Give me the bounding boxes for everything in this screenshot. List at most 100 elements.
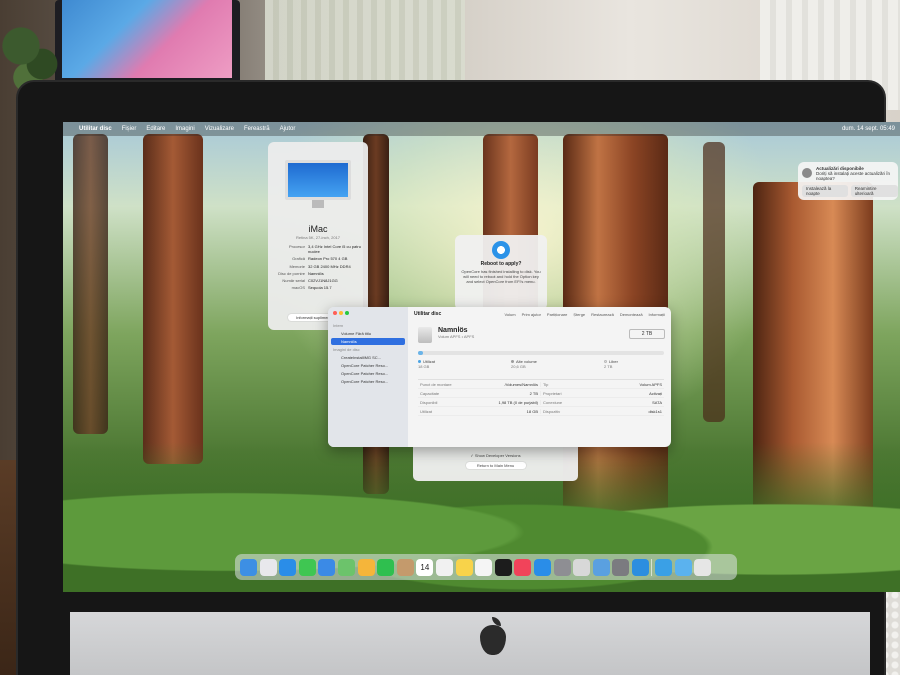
disk-utility-sidebar: Intern Volume Fără titlu Namnlös Imagini…	[328, 307, 408, 447]
spec-row: Număr serial C02VJ1N8J1GG	[276, 278, 362, 283]
freeform-icon[interactable]	[475, 558, 493, 576]
volume-capacity: 2 TB	[629, 329, 665, 339]
reboot-text: OpenCore has finished installing to disk…	[461, 269, 541, 284]
preview-icon[interactable]	[592, 558, 610, 576]
spec-value: 3,4 GHz Intel Core i5 cu patru nuclee	[308, 244, 361, 254]
install-tonight-button[interactable]: Instalează la noapte	[802, 185, 848, 197]
safari-icon[interactable]	[279, 558, 297, 576]
messages-icon[interactable]	[298, 558, 316, 576]
volume-subtitle: Volum APFS • APFS	[438, 334, 475, 339]
disk-utility-icon[interactable]	[573, 558, 591, 576]
about-title: iMac	[308, 224, 328, 234]
spec-key: Disc de pornire	[278, 270, 305, 276]
tree-trunk	[143, 134, 203, 464]
info-key: Capacitate	[420, 390, 440, 396]
menu-item[interactable]: Fereastră	[244, 126, 270, 132]
contacts-icon[interactable]	[396, 558, 414, 576]
spec-key: Memorie	[289, 263, 305, 269]
usage-bar	[418, 351, 664, 355]
info-row: Utilizat 18 GB Dispozitiv disk1s1	[418, 407, 664, 416]
info-value: /Volumes/Namnlös	[480, 381, 541, 387]
music-icon[interactable]	[514, 558, 532, 576]
menu-clock[interactable]: dum. 14 sept. 05:49	[842, 126, 895, 132]
toolbar-volume-button[interactable]: Volum	[504, 312, 515, 317]
legend-dot	[418, 360, 421, 363]
launchpad-icon[interactable]	[259, 558, 277, 576]
info-key: Proprietari	[543, 390, 562, 396]
spec-key: Procesor	[288, 244, 305, 249]
photos-icon[interactable]	[357, 558, 375, 576]
menu-bar: Utilitar disc Fișier Editare Imagini Viz…	[63, 122, 900, 136]
zoom-icon[interactable]	[345, 311, 349, 315]
utility-icon[interactable]	[655, 558, 673, 576]
legend-used: Utilizat 18 GB	[418, 359, 478, 369]
toolbar-restore-button[interactable]: Restaurează	[591, 312, 614, 317]
reboot-title: Reboot to apply?	[480, 261, 522, 267]
sidebar-item[interactable]: OpenCore Patcher Reso...	[331, 370, 405, 377]
menu-item[interactable]: Ajutor	[280, 126, 296, 132]
imac-icon-stand	[312, 200, 324, 208]
menu-app-name[interactable]: Utilitar disc	[79, 126, 112, 132]
finder-icon[interactable]	[240, 558, 257, 576]
dock: 14	[235, 554, 737, 580]
reboot-dialog: Reboot to apply? OpenCore has finished i…	[455, 235, 547, 310]
spec-row: Memorie 32 GB 2400 MHz DDR4	[276, 264, 362, 269]
legend-dot	[511, 360, 514, 363]
toolbar-erase-button[interactable]: Șterge	[573, 312, 585, 317]
opencore-window: ✓ Show Developer Versions Return to Main…	[413, 444, 578, 481]
toolbar-partition-button[interactable]: Partiționare	[547, 312, 567, 317]
apple-tv-icon[interactable]	[494, 558, 512, 576]
sidebar-item[interactable]: OpenCore Patcher Reso...	[331, 362, 405, 369]
spec-key: macOS	[291, 285, 305, 291]
about-subtitle: Retina 5K, 27-inch, 2017	[295, 235, 341, 240]
system-settings-icon[interactable]	[553, 558, 571, 576]
sidebar-item[interactable]: Volume Fără titlu	[331, 330, 405, 337]
info-value: 18 GB	[480, 408, 541, 414]
info-key: Utilizat	[420, 408, 433, 414]
toolbar-first-aid-button[interactable]: Prim ajutor	[522, 312, 541, 317]
app-store-icon[interactable]	[533, 558, 551, 576]
reminders-icon[interactable]	[435, 558, 453, 576]
trash-icon[interactable]	[694, 558, 712, 576]
spec-value: Radeon Pro 570 4 GB	[308, 256, 348, 262]
screenshot-icon[interactable]	[612, 558, 630, 576]
close-icon[interactable]	[333, 311, 337, 315]
curtain-left	[265, 0, 465, 95]
menu-item[interactable]: Vizualizare	[205, 126, 234, 132]
usage-bar-fill	[418, 351, 423, 355]
spec-key: Grafică	[292, 256, 305, 262]
facetime-icon[interactable]	[377, 558, 395, 576]
downloads-icon[interactable]	[674, 558, 692, 576]
return-to-main-menu-button[interactable]: Return to Main Menu	[465, 462, 526, 469]
sidebar-item[interactable]: OpenCore Patcher Reso...	[331, 378, 405, 385]
opencore-icon	[492, 241, 510, 259]
info-key: Dispozitiv	[543, 408, 561, 414]
calendar-icon[interactable]: 14	[416, 558, 434, 576]
toolbar-unmount-button[interactable]: Demontează	[620, 312, 643, 317]
toolbar-info-button[interactable]: Informații	[649, 312, 665, 317]
checkbox-label: Show Developer Versions	[474, 453, 521, 458]
notification-body: Doriți să instalați aceste actualizări î…	[816, 171, 891, 181]
maps-icon[interactable]	[337, 558, 355, 576]
spec-value: C02VJ1N8J1GG	[308, 278, 338, 284]
menu-item[interactable]: Editare	[146, 126, 165, 132]
info-row: Disponibil 1,98 TB (0 de purjabil) Conexi…	[418, 398, 664, 407]
sidebar-item-selected[interactable]: Namnlös	[331, 338, 405, 345]
spec-row: Procesor 3,4 GHz Intel Core i5 cu patru n…	[276, 244, 362, 254]
info-key: Tip	[543, 381, 549, 387]
notes-icon[interactable]	[455, 558, 473, 576]
menu-item[interactable]: Fișier	[122, 126, 137, 132]
minimize-icon[interactable]	[339, 311, 343, 315]
tree-trunk	[703, 142, 725, 422]
spec-key: Număr serial	[282, 278, 305, 284]
sidebar-item[interactable]: CreateInstallIMG SC...	[331, 354, 405, 361]
background-monitor-screen	[62, 0, 232, 78]
menu-item[interactable]: Imagini	[175, 126, 194, 132]
info-value: 2 TB	[480, 390, 541, 396]
opencore-icon[interactable]	[631, 558, 649, 576]
mail-icon[interactable]	[318, 558, 336, 576]
legend-value: 20,6 GB	[511, 364, 526, 369]
update-notification[interactable]: Actualizări disponibile Doriți să instal…	[798, 162, 898, 200]
remind-later-button[interactable]: Reamintire ulterioară	[850, 185, 898, 197]
show-developer-versions-checkbox[interactable]: ✓ Show Developer Versions	[413, 453, 578, 458]
